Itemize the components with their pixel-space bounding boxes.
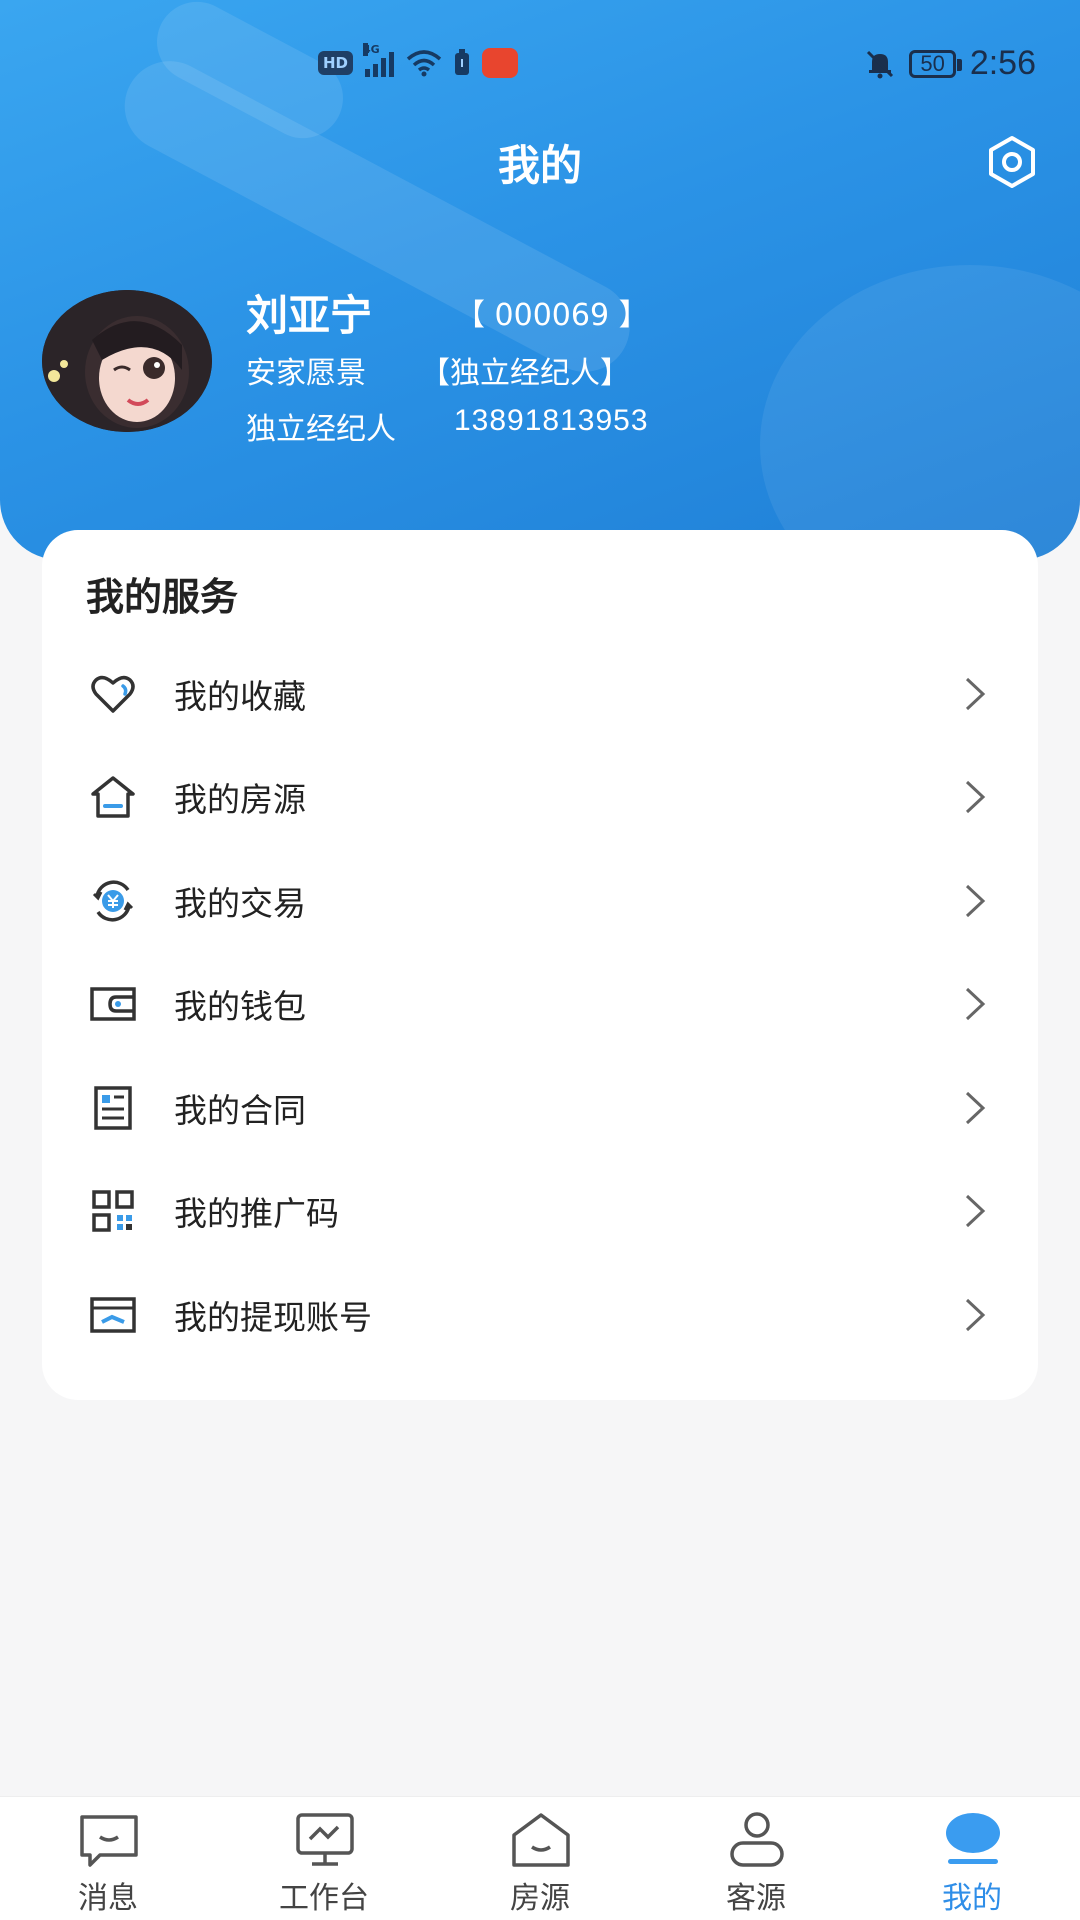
chevron-right-icon [965,1298,986,1331]
avatar[interactable] [42,290,212,432]
house-icon [512,1813,570,1867]
user-code: 【 000069 】 [455,298,649,333]
tab-label: 工作台 [279,1881,369,1916]
yuan-exchange-icon [92,880,134,922]
chevron-right-icon [965,884,986,917]
service-label: 我的提现账号 [174,1297,372,1337]
service-label: 我的推广码 [174,1194,339,1234]
sim-battery-icon [455,49,470,75]
profile-header: HD 4G 50 2:56 我的 刘亚宁 【 000069 】 安家愿景 【独立… [0,0,1080,560]
service-label: 我的交易 [174,883,306,923]
person-icon [730,1812,784,1867]
hd-indicator: HD [318,51,354,75]
user-company: 安家愿景 [246,356,366,391]
header-decoration [760,265,1080,560]
wallet-icon [90,987,136,1021]
user-role-tag: 【独立经纪人】 [420,356,630,391]
page-title: 我的 [497,141,582,190]
tab-label: 我的 [942,1881,1002,1916]
chevron-right-icon [965,677,986,710]
service-label: 我的房源 [174,780,306,820]
tab-workbench[interactable]: 工作台 [216,1797,432,1920]
heart-icon [91,675,135,713]
profile-icon [946,1813,1000,1864]
mute-bell-icon [867,50,894,78]
chevron-right-icon [965,988,986,1021]
user-role: 独立经纪人 [246,412,396,447]
tab-listings[interactable]: 房源 [432,1797,648,1920]
chevron-right-icon [965,781,986,814]
tab-messages[interactable]: 消息 [0,1797,216,1920]
status-icons-left: HD 4G [318,43,519,78]
clock: 2:56 [969,44,1036,82]
network-type: 4G [363,43,380,56]
tab-label: 房源 [510,1881,570,1916]
settings-hexagon-icon[interactable] [984,134,1040,190]
message-icon [80,1815,138,1867]
service-item-transactions[interactable]: 我的交易 [42,849,1038,953]
battery-indicator: 50 [909,49,963,78]
user-name: 刘亚宁 [246,291,373,340]
services-list: 我的收藏 我的房源 我的交易 我的钱包 我的合同 我的推广码 我的提现账号 [42,642,1038,1367]
service-item-listings[interactable]: 我的房源 [42,746,1038,850]
wifi-icon [406,50,442,77]
tab-label: 消息 [78,1881,138,1916]
tab-clients[interactable]: 客源 [648,1797,864,1920]
monitor-icon [296,1813,354,1866]
service-item-wallet[interactable]: 我的钱包 [42,953,1038,1057]
tab-profile[interactable]: 我的 [864,1797,1080,1920]
contract-icon [94,1086,132,1130]
service-label: 我的收藏 [174,676,306,716]
user-phone: 13891813953 [454,404,649,437]
house-icon [91,776,135,818]
service-item-withdraw-account[interactable]: 我的提现账号 [42,1263,1038,1367]
qr-code-icon [92,1190,134,1232]
card-icon [90,1297,136,1333]
service-label: 我的合同 [174,1090,306,1130]
service-item-contracts[interactable]: 我的合同 [42,1056,1038,1160]
service-label: 我的钱包 [174,987,306,1027]
services-title: 我的服务 [86,575,239,619]
signal-icon: 4G [363,43,395,77]
bottom-tab-bar: 消息 工作台 房源 客源 我的 [0,1796,1080,1920]
services-card: 我的服务 我的收藏 我的房源 我的交易 我的钱包 我的合同 我的推广码 我的提现… [42,530,1038,1400]
app-notification-icon [482,48,519,78]
avatar-image [42,290,212,432]
service-item-promo-code[interactable]: 我的推广码 [42,1160,1038,1264]
chevron-right-icon [965,1091,986,1124]
service-item-favorites[interactable]: 我的收藏 [42,642,1038,746]
chevron-right-icon [965,1195,986,1228]
tab-label: 客源 [726,1881,786,1916]
status-bar: HD 4G 50 2:56 [0,0,1080,120]
status-icons-right: 50 2:56 [865,44,1036,83]
